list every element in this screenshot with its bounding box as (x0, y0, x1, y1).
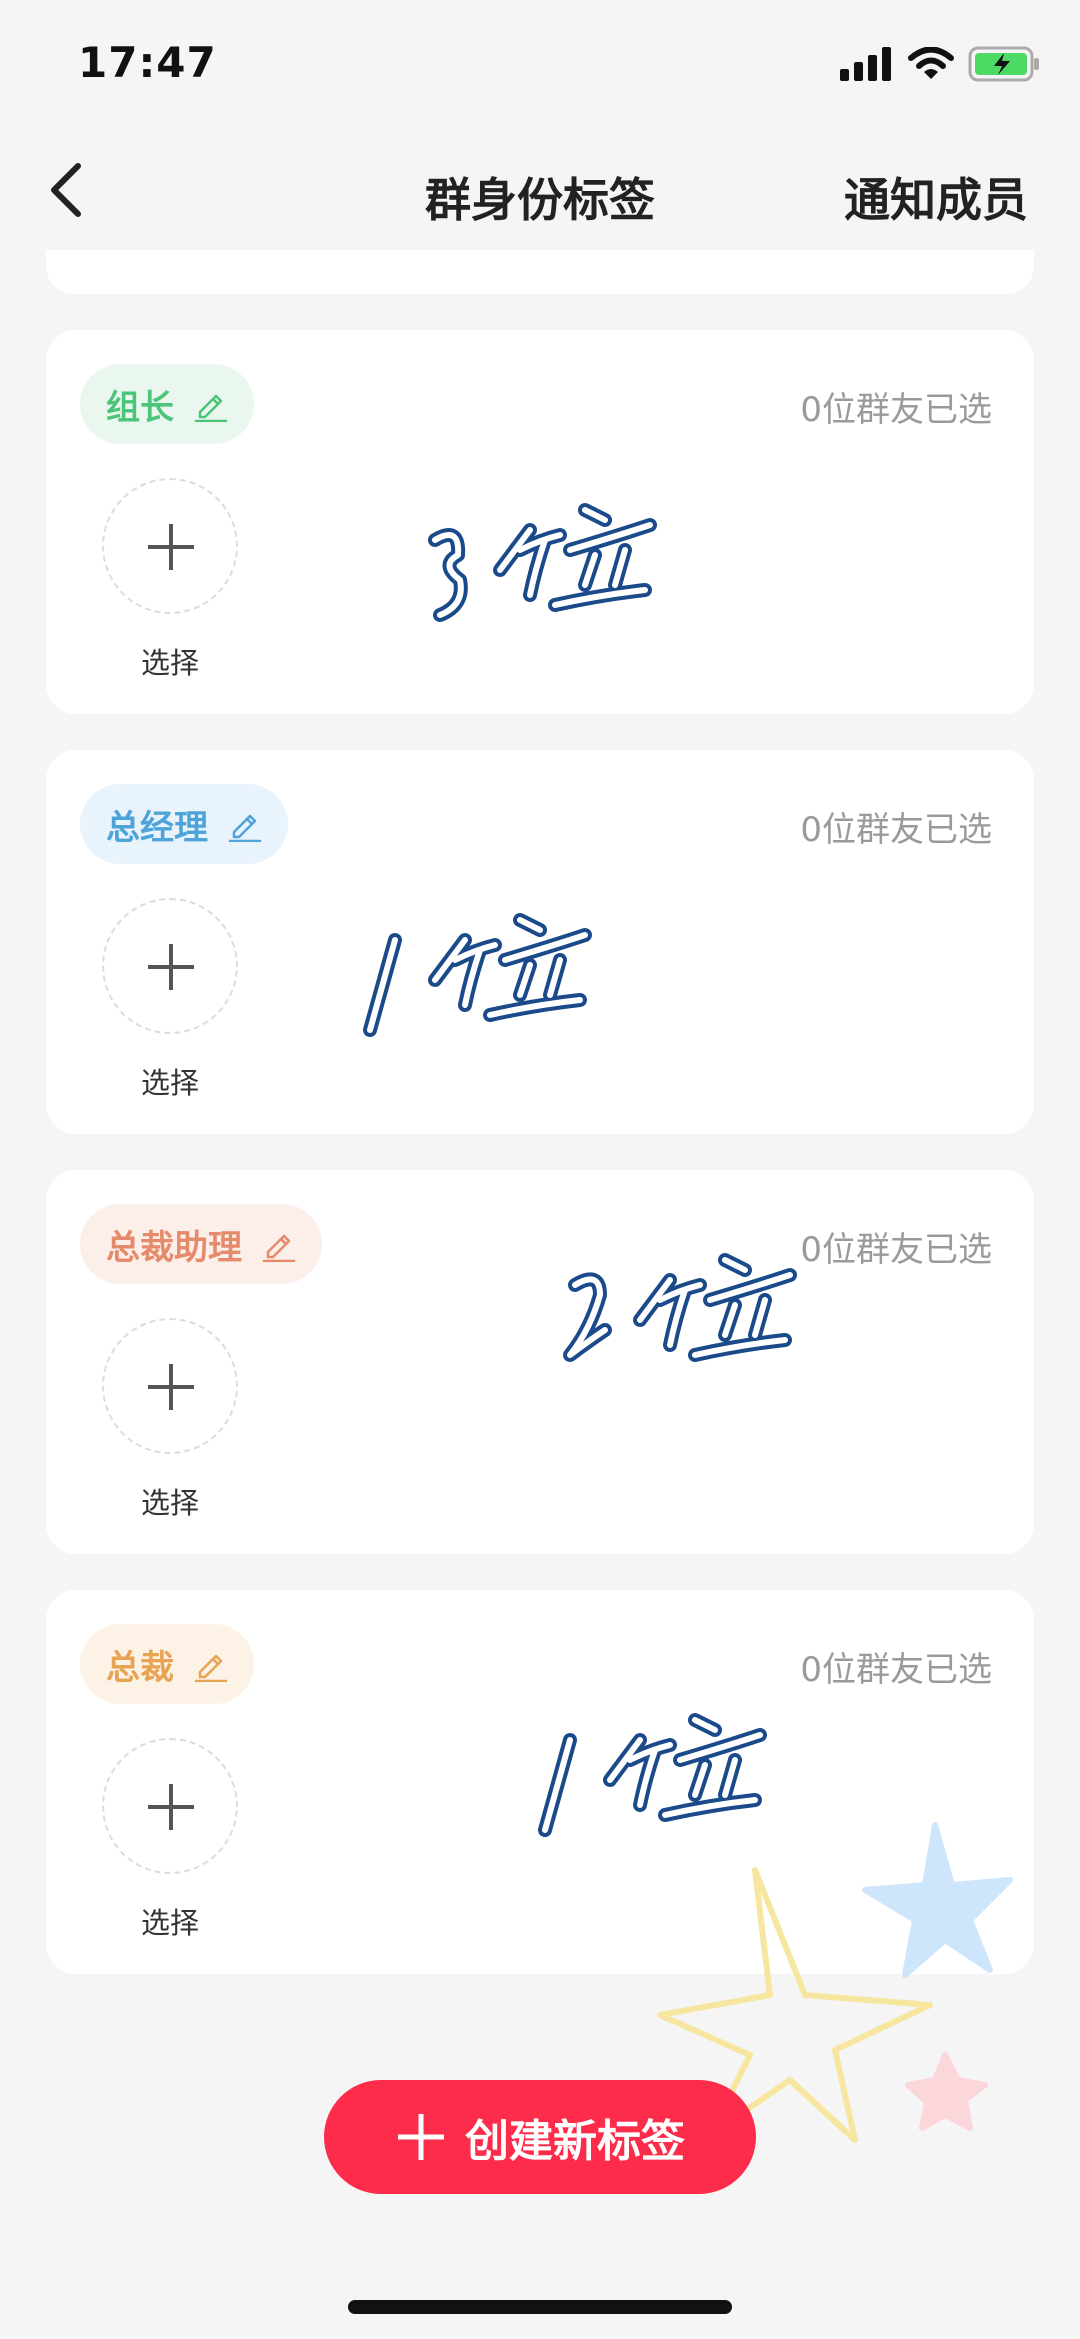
add-member-button[interactable] (102, 1738, 238, 1874)
tag-pill[interactable]: 组长 (80, 364, 254, 444)
tag-name: 总裁 (106, 1647, 174, 1688)
tag-pill[interactable]: 总裁 (80, 1624, 254, 1704)
add-member-button[interactable] (102, 1318, 238, 1454)
add-member-label: 选择 (140, 646, 199, 680)
add-member-label: 选择 (140, 1906, 199, 1940)
selected-count: 0位群友已选 (800, 1230, 992, 1270)
edit-pencil-icon (194, 394, 228, 422)
selected-count: 0位群友已选 (800, 1650, 992, 1690)
create-new-tag-button[interactable]: 创建新标签 (324, 2080, 756, 2194)
cellular-signal-icon (840, 47, 891, 81)
add-member-button[interactable] (102, 478, 238, 614)
edit-pencil-icon (262, 1234, 296, 1262)
battery-charging-icon (968, 46, 1039, 82)
tag-name: 组长 (106, 387, 174, 428)
plus-icon (148, 1784, 194, 1830)
status-time: 17:47 (78, 38, 217, 87)
handwritten-annotation (363, 913, 592, 1037)
edit-pencil-icon (228, 814, 262, 842)
plus-icon (148, 1364, 194, 1410)
create-new-tag-label: 创建新标签 (465, 2116, 685, 2167)
selected-count: 0位群友已选 (800, 390, 992, 430)
selected-count: 0位群友已选 (800, 810, 992, 850)
nav-bar: 群身份标签 通知成员 (0, 130, 1080, 250)
tag-pill[interactable]: 总经理 (80, 784, 288, 864)
plus-icon (148, 944, 194, 990)
edit-pencil-icon (194, 1654, 228, 1682)
add-member-label: 选择 (140, 1486, 199, 1520)
add-member-label: 选择 (140, 1066, 199, 1100)
home-indicator (348, 2300, 732, 2314)
tag-name: 总经理 (106, 807, 208, 848)
status-bar: 17:47 (0, 0, 1080, 130)
wifi-icon (908, 47, 954, 79)
tag-card: 总裁助理 0位群友已选 选择 (46, 1170, 1034, 1554)
status-icons (840, 44, 1040, 84)
handwritten-annotation (428, 503, 657, 622)
tag-name: 总裁助理 (106, 1227, 242, 1268)
add-member-button[interactable] (102, 898, 238, 1034)
previous-card-partial (46, 250, 1034, 294)
tag-pill[interactable]: 总裁助理 (80, 1204, 322, 1284)
notify-members-button[interactable]: 通知成员 (844, 164, 1028, 230)
plus-icon (148, 524, 194, 570)
handwritten-annotation (563, 1253, 797, 1362)
plus-icon (398, 2114, 444, 2160)
